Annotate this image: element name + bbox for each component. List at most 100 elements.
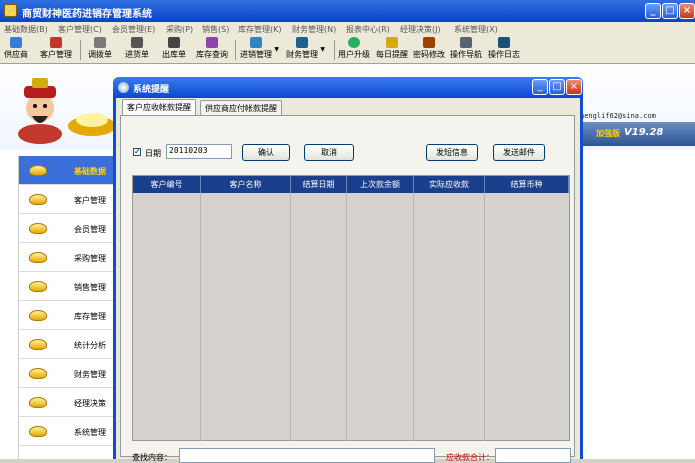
dropdown-arrow-icon: ▼ bbox=[320, 46, 325, 53]
stock-out-icon bbox=[168, 37, 180, 48]
disk-icon bbox=[498, 37, 510, 48]
send-mail-button[interactable]: 发送邮件 bbox=[493, 144, 545, 161]
grid-divider bbox=[200, 193, 201, 441]
grid-divider bbox=[413, 193, 414, 441]
column-settle-date[interactable]: 结算日期 bbox=[291, 176, 347, 193]
menu-system[interactable]: 系统管理(X) bbox=[454, 24, 498, 35]
sidebar-item-purchase[interactable]: 采购管理 bbox=[19, 243, 115, 272]
navigation-button[interactable]: 操作导航 bbox=[450, 37, 482, 60]
sidebar-item-stock[interactable]: 库存管理 bbox=[19, 301, 115, 330]
customer-icon bbox=[50, 37, 62, 48]
toolbar-separator bbox=[80, 40, 81, 60]
dialog-maximize-button[interactable]: □ bbox=[549, 79, 565, 95]
receivable-total-label: 应收款合计： bbox=[446, 453, 494, 462]
sidebar-item-basic[interactable]: 基础数据 bbox=[19, 156, 115, 185]
dropdown-arrow-icon: ▼ bbox=[274, 46, 279, 53]
date-checkbox[interactable]: ✓ bbox=[133, 148, 141, 156]
fortune-god-logo bbox=[18, 78, 116, 144]
menu-member[interactable]: 会员管理(E) bbox=[112, 24, 155, 35]
purchase-sales-button[interactable]: 进销管理 ▼ bbox=[240, 37, 279, 60]
customer-button[interactable]: 客户管理 bbox=[40, 37, 72, 60]
toolbar-separator bbox=[334, 40, 335, 60]
dialog-close-button[interactable]: × bbox=[566, 79, 582, 95]
gold-ingot-icon bbox=[29, 194, 47, 205]
change-password-button[interactable]: 密码修改 bbox=[413, 37, 445, 60]
menu-manager[interactable]: 经理决策(J) bbox=[400, 24, 441, 35]
sidebar-item-member[interactable]: 会员管理 bbox=[19, 214, 115, 243]
stock-in-button[interactable]: 进货单 bbox=[125, 37, 149, 60]
gold-ingot-icon bbox=[29, 339, 47, 350]
sidebar-item-sales[interactable]: 销售管理 bbox=[19, 272, 115, 301]
transfer-button[interactable]: 调拨单 bbox=[88, 37, 112, 60]
dialog-title-bar: 系统提醒 _ □ × bbox=[113, 77, 583, 98]
sidebar: 基础数据 客户管理 会员管理 采购管理 销售管理 库存管理 统计分析 财务管理 … bbox=[18, 156, 115, 459]
cancel-button[interactable]: 取消 bbox=[304, 144, 354, 161]
gold-ingot-icon bbox=[29, 310, 47, 321]
app-icon bbox=[4, 4, 17, 17]
menu-stock[interactable]: 库存管理(K) bbox=[238, 24, 282, 35]
gold-ingot-icon bbox=[29, 165, 47, 176]
operation-log-button[interactable]: 操作日志 bbox=[488, 37, 520, 60]
column-last-balance[interactable]: 上次款余额 bbox=[347, 176, 414, 193]
dialog-body: 客户应收帐款提醒 供应商应付帐款提醒 ✓ 日期 20110203 确认 取消 发… bbox=[116, 98, 580, 463]
maximize-button[interactable]: □ bbox=[662, 3, 678, 19]
version-tag: 加强版 bbox=[596, 129, 620, 138]
app-title: 商贸财神医药进销存管理系统 bbox=[22, 9, 152, 20]
sidebar-item-customer[interactable]: 客户管理 bbox=[19, 185, 115, 214]
sidebar-item-finance[interactable]: 财务管理 bbox=[19, 359, 115, 388]
gold-ingot-icon bbox=[29, 281, 47, 292]
transfer-icon bbox=[94, 37, 106, 48]
receivable-total-field bbox=[495, 448, 571, 463]
grid-divider bbox=[484, 193, 485, 441]
dialog-minimize-button[interactable]: _ bbox=[532, 79, 548, 95]
close-button[interactable]: × bbox=[679, 3, 695, 19]
find-input[interactable] bbox=[179, 448, 435, 463]
column-customer-id[interactable]: 客户编号 bbox=[133, 176, 201, 193]
supplier-button[interactable]: 供应商 bbox=[4, 37, 28, 60]
stock-in-icon bbox=[131, 37, 143, 48]
tab-supplier-payable[interactable]: 供应商应付帐款提醒 bbox=[200, 100, 282, 115]
send-sms-button[interactable]: 发短信息 bbox=[426, 144, 478, 161]
sidebar-item-manager[interactable]: 经理决策 bbox=[19, 388, 115, 417]
sidebar-item-stats[interactable]: 统计分析 bbox=[19, 330, 115, 359]
toolbar-separator bbox=[235, 40, 236, 60]
reminder-icon bbox=[386, 37, 398, 48]
finance-button[interactable]: 财务管理 ▼ bbox=[286, 37, 325, 60]
dialog-icon bbox=[118, 82, 129, 93]
inventory-query-button[interactable]: 库存查询 bbox=[196, 37, 228, 60]
globe-icon bbox=[348, 37, 360, 48]
date-input[interactable]: 20110203 bbox=[166, 144, 232, 159]
gold-ingot-icon bbox=[29, 426, 47, 437]
supplier-icon bbox=[10, 37, 22, 48]
menu-sales[interactable]: 销售(S) bbox=[202, 24, 229, 35]
column-actual-receivable[interactable]: 实际应收款 bbox=[414, 176, 485, 193]
upgrade-button[interactable]: 用户升级 bbox=[338, 37, 370, 60]
grid-divider bbox=[290, 193, 291, 441]
confirm-button[interactable]: 确认 bbox=[242, 144, 290, 161]
purchase-sales-icon bbox=[250, 37, 262, 48]
version-number: V19.28 bbox=[624, 127, 664, 138]
key-icon bbox=[423, 37, 435, 48]
app-title-bar: 商贸财神医药进销存管理系统 _ □ × bbox=[0, 0, 695, 22]
reminder-dialog: 系统提醒 _ □ × 客户应收帐款提醒 供应商应付帐款提醒 ✓ 日期 20110… bbox=[113, 77, 583, 463]
menu-finance[interactable]: 财务管理(N) bbox=[292, 24, 336, 35]
menu-customer[interactable]: 客户管理(C) bbox=[58, 24, 102, 35]
contact-email: henglif62@sina.com bbox=[580, 112, 656, 120]
menu-reports[interactable]: 报表中心(R) bbox=[346, 24, 390, 35]
date-label: 日期 bbox=[145, 149, 161, 158]
column-currency[interactable]: 结算币种 bbox=[485, 176, 569, 193]
find-label: 查找内容： bbox=[132, 453, 172, 462]
gold-ingot-icon bbox=[29, 368, 47, 379]
sidebar-item-system[interactable]: 系统管理 bbox=[19, 417, 115, 446]
gold-ingot-icon bbox=[29, 252, 47, 263]
menu-basic[interactable]: 基础数据(B) bbox=[4, 24, 48, 35]
navigation-icon bbox=[460, 37, 472, 48]
menu-purchase[interactable]: 采购(P) bbox=[166, 24, 193, 35]
tab-customer-receivable[interactable]: 客户应收帐款提醒 bbox=[122, 99, 196, 116]
daily-reminder-button[interactable]: 每日提醒 bbox=[376, 37, 408, 60]
column-customer-name[interactable]: 客户名称 bbox=[201, 176, 291, 193]
stock-out-button[interactable]: 出库单 bbox=[162, 37, 186, 60]
receivables-grid[interactable]: 客户编号 客户名称 结算日期 上次款余额 实际应收款 结算币种 bbox=[132, 175, 570, 441]
minimize-button[interactable]: _ bbox=[645, 3, 661, 19]
grid-divider bbox=[346, 193, 347, 441]
